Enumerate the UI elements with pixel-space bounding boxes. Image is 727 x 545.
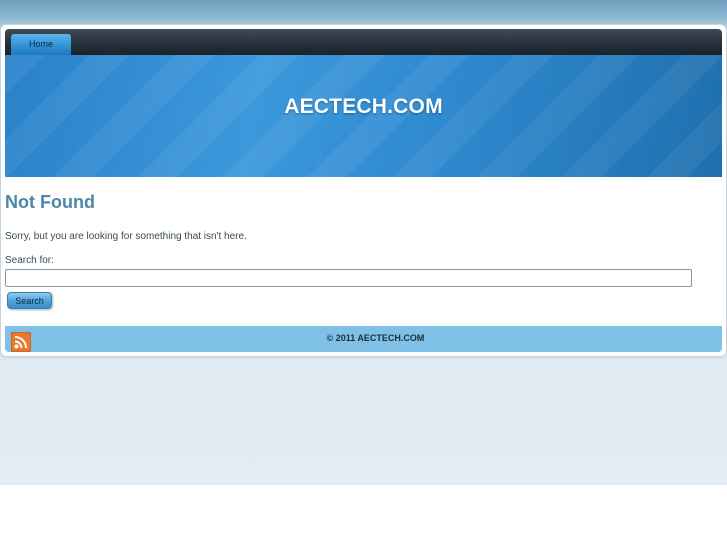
nav-bar bbox=[5, 29, 722, 55]
header-banner: AECTECH.COM bbox=[5, 55, 722, 177]
copyright-text: © 2011 AECTECH.COM bbox=[326, 333, 425, 343]
search-label: Search for: bbox=[5, 255, 54, 266]
search-input[interactable] bbox=[5, 269, 692, 287]
footer-bar: © 2011 AECTECH.COM bbox=[5, 326, 722, 353]
page-heading: Not Found bbox=[5, 192, 95, 212]
nav-tab-home[interactable]: Home bbox=[11, 34, 71, 55]
search-button[interactable]: Search bbox=[7, 292, 52, 309]
site-title[interactable]: AECTECH.COM bbox=[5, 95, 722, 119]
not-found-message: Sorry, but you are looking for something… bbox=[5, 231, 247, 242]
